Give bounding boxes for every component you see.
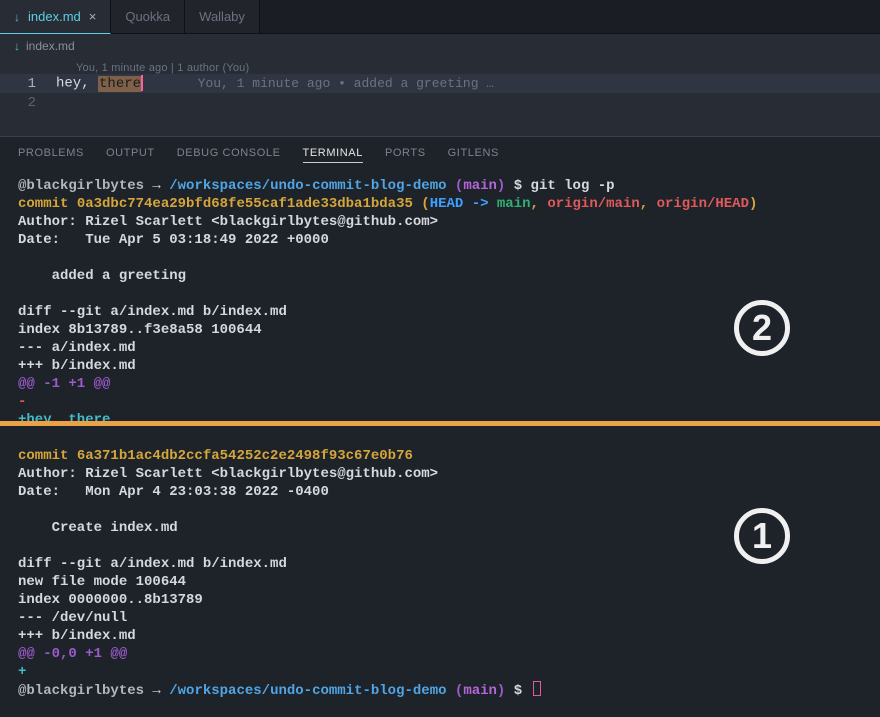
annotation-divider [0,421,880,426]
editor-tabs: ↓ index.md × Quokka Wallaby [0,0,880,34]
tab-label: index.md [28,9,81,24]
tab-gitlens[interactable]: GITLENS [448,147,499,163]
commit-date: Date: Tue Apr 5 03:18:49 2022 +0000 [18,231,862,249]
annotation-badge-1: 1 [734,508,790,564]
commit-author: Author: Rizel Scarlett <blackgirlbytes@g… [18,465,862,483]
diff-old: --- a/index.md [18,339,862,357]
selected-word: there [98,76,142,92]
breadcrumb[interactable]: ↓ index.md [0,34,880,58]
markdown-file-icon: ↓ [14,39,20,53]
diff-hunk: @@ -0,0 +1 @@ [18,645,862,663]
line-content: hey, there [56,75,143,92]
commit-header: commit 6a371b1ac4db2ccfa54252c2e2498f93c… [18,447,862,465]
line-number: 2 [0,95,56,111]
diff-added: + [18,663,862,681]
diff-added: +hey, there [18,411,862,429]
tab-quokka[interactable]: Quokka [111,0,185,33]
diff-newfile: new file mode 100644 [18,573,862,591]
tab-ports[interactable]: PORTS [385,147,426,163]
diff-new: +++ b/index.md [18,627,862,645]
diff-old: --- /dev/null [18,609,862,627]
diff-hunk: @@ -1 +1 @@ [18,375,862,393]
gitlens-codelens[interactable]: You, 1 minute ago | 1 author (You) [0,62,880,74]
breadcrumb-file: index.md [26,39,75,53]
tab-terminal[interactable]: TERMINAL [303,147,363,163]
markdown-file-icon: ↓ [14,10,20,24]
tab-wallaby[interactable]: Wallaby [185,0,260,33]
diff-new: +++ b/index.md [18,357,862,375]
commit-message: added a greeting [18,267,862,285]
diff-header: diff --git a/index.md b/index.md [18,555,862,573]
editor-area[interactable]: You, 1 minute ago | 1 author (You) 1 hey… [0,58,880,136]
gitlens-inline-blame[interactable]: You, 1 minute ago • added a greeting … [143,76,494,91]
tab-label: Quokka [125,9,170,24]
annotation-badge-2: 2 [734,300,790,356]
tab-debug-console[interactable]: DEBUG CONSOLE [177,147,281,163]
tab-problems[interactable]: PROBLEMS [18,147,84,163]
editor-line-1[interactable]: 1 hey, there You, 1 minute ago • added a… [0,74,880,93]
tab-label: Wallaby [199,9,245,24]
commit-date: Date: Mon Apr 4 23:03:38 2022 -0400 [18,483,862,501]
terminal-panel[interactable]: 2 1 @blackgirlbytes → /workspaces/undo-c… [0,173,880,717]
editor-line-2[interactable]: 2 [0,93,880,112]
tab-index-md[interactable]: ↓ index.md × [0,0,111,34]
prompt-line: @blackgirlbytes → /workspaces/undo-commi… [18,177,862,195]
line-number: 1 [0,76,56,92]
diff-removed: - [18,393,862,411]
panel-tabs: PROBLEMS OUTPUT DEBUG CONSOLE TERMINAL P… [0,136,880,173]
commit-header: commit 0a3dbc774ea29bfd68fe55caf1ade33db… [18,195,862,213]
commit-author: Author: Rizel Scarlett <blackgirlbytes@g… [18,213,862,231]
terminal-cursor [533,681,541,696]
close-icon[interactable]: × [89,9,97,24]
prompt-line: @blackgirlbytes → /workspaces/undo-commi… [18,681,862,700]
tab-output[interactable]: OUTPUT [106,147,155,163]
diff-index: index 0000000..8b13789 [18,591,862,609]
